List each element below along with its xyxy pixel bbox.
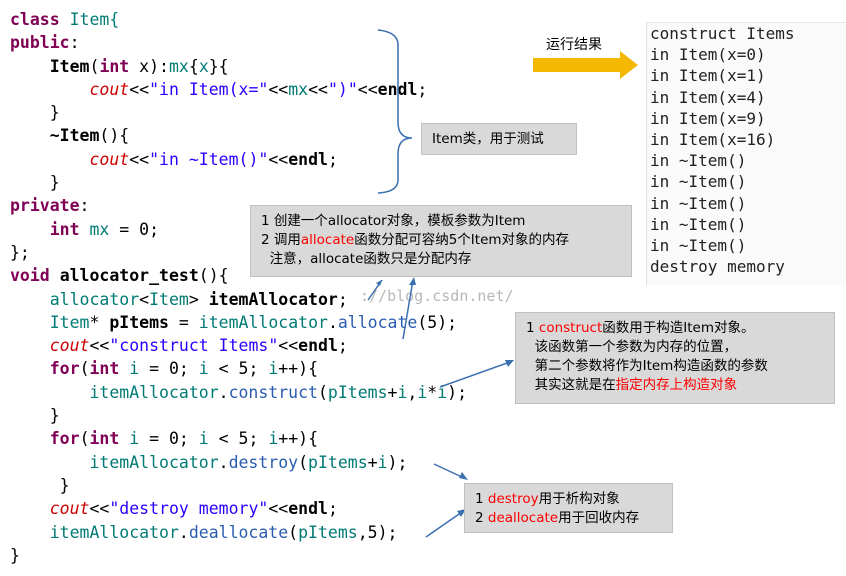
note-text: 其实这就是在 <box>526 377 616 393</box>
alloc-arrow-2 <box>402 279 414 340</box>
console-output: construct Items in Item(x=0) in Item(x=1… <box>646 22 846 285</box>
item-class-brace <box>377 29 413 194</box>
note-highlight: 指定内存上构造对象 <box>615 377 738 393</box>
note-text: 用于析构对象 <box>538 491 620 507</box>
allocator-note: 1 创建一个allocator对象，模板参数为Item 2 调用allocate… <box>250 205 632 277</box>
note-line: 第二个参数将作为Item构造函数的参数 <box>526 358 768 374</box>
note-highlight: destroy <box>487 491 539 507</box>
note-text: 用于回收内存 <box>558 510 640 526</box>
note-highlight: deallocate <box>487 510 559 526</box>
output-line: in ~Item() <box>650 236 747 256</box>
output-line: in Item(x=1) <box>650 66 766 86</box>
destroy-note: 1 destroy用于析构对象 2 deallocate用于回收内存 <box>464 483 673 533</box>
run-result-arrow <box>533 51 638 79</box>
alloc-arrow-2-head <box>409 277 416 285</box>
note-highlight: allocate <box>300 232 355 248</box>
note-text: 2 <box>475 510 488 526</box>
note-line: 2 调用allocate函数分配可容纳5个Item对象的内存 <box>261 231 631 250</box>
output-line: in ~Item() <box>650 193 747 213</box>
note-line: 1 destroy用于析构对象 <box>475 490 672 509</box>
output-line: in ~Item() <box>650 172 747 192</box>
output-line: in Item(x=16) <box>650 130 776 150</box>
output-line: in Item(x=0) <box>650 45 766 65</box>
destroy-arrow <box>433 463 465 479</box>
note-line: 注意，allocate函数只是分配内存 <box>261 251 472 267</box>
output-line: in ~Item() <box>650 214 747 234</box>
note-text: 函数用于构造Item对象。 <box>602 320 755 336</box>
note-text: 2 调用 <box>261 232 301 248</box>
note-text: Item类，用于测试 <box>432 131 544 147</box>
alloc-arrow-1-head <box>376 280 382 286</box>
item-class-note: Item类，用于测试 <box>421 123 577 155</box>
note-text: 函数分配可容纳5个Item对象的内存 <box>354 232 570 248</box>
note-text: 1 <box>475 491 488 507</box>
note-highlight: construct <box>538 320 603 336</box>
note-text: 1 <box>526 320 539 336</box>
note-line: 2 deallocate用于回收内存 <box>475 509 672 528</box>
output-line: destroy memory <box>650 257 785 277</box>
construct-note: 1 construct函数用于构造Item对象。 该函数第一个参数为内存的位置，… <box>515 312 835 404</box>
output-line: in Item(x=4) <box>650 87 766 107</box>
output-line: construct Items <box>650 24 795 43</box>
output-line: in Item(x=9) <box>650 108 766 128</box>
output-line: in ~Item() <box>650 151 747 171</box>
note-line: 1 construct函数用于构造Item对象。 <box>526 319 834 338</box>
note-line: 该函数第一个参数为内存的位置， <box>526 339 738 355</box>
note-line: 其实这就是在指定内存上构造对象 <box>526 376 834 395</box>
run-result-label: 运行结果 <box>546 37 602 53</box>
construct-arrow <box>439 361 511 388</box>
deallocate-arrow <box>425 511 463 538</box>
note-line: 1 创建一个allocator对象，模板参数为Item <box>261 213 526 229</box>
destroy-arrow-head <box>459 472 468 480</box>
